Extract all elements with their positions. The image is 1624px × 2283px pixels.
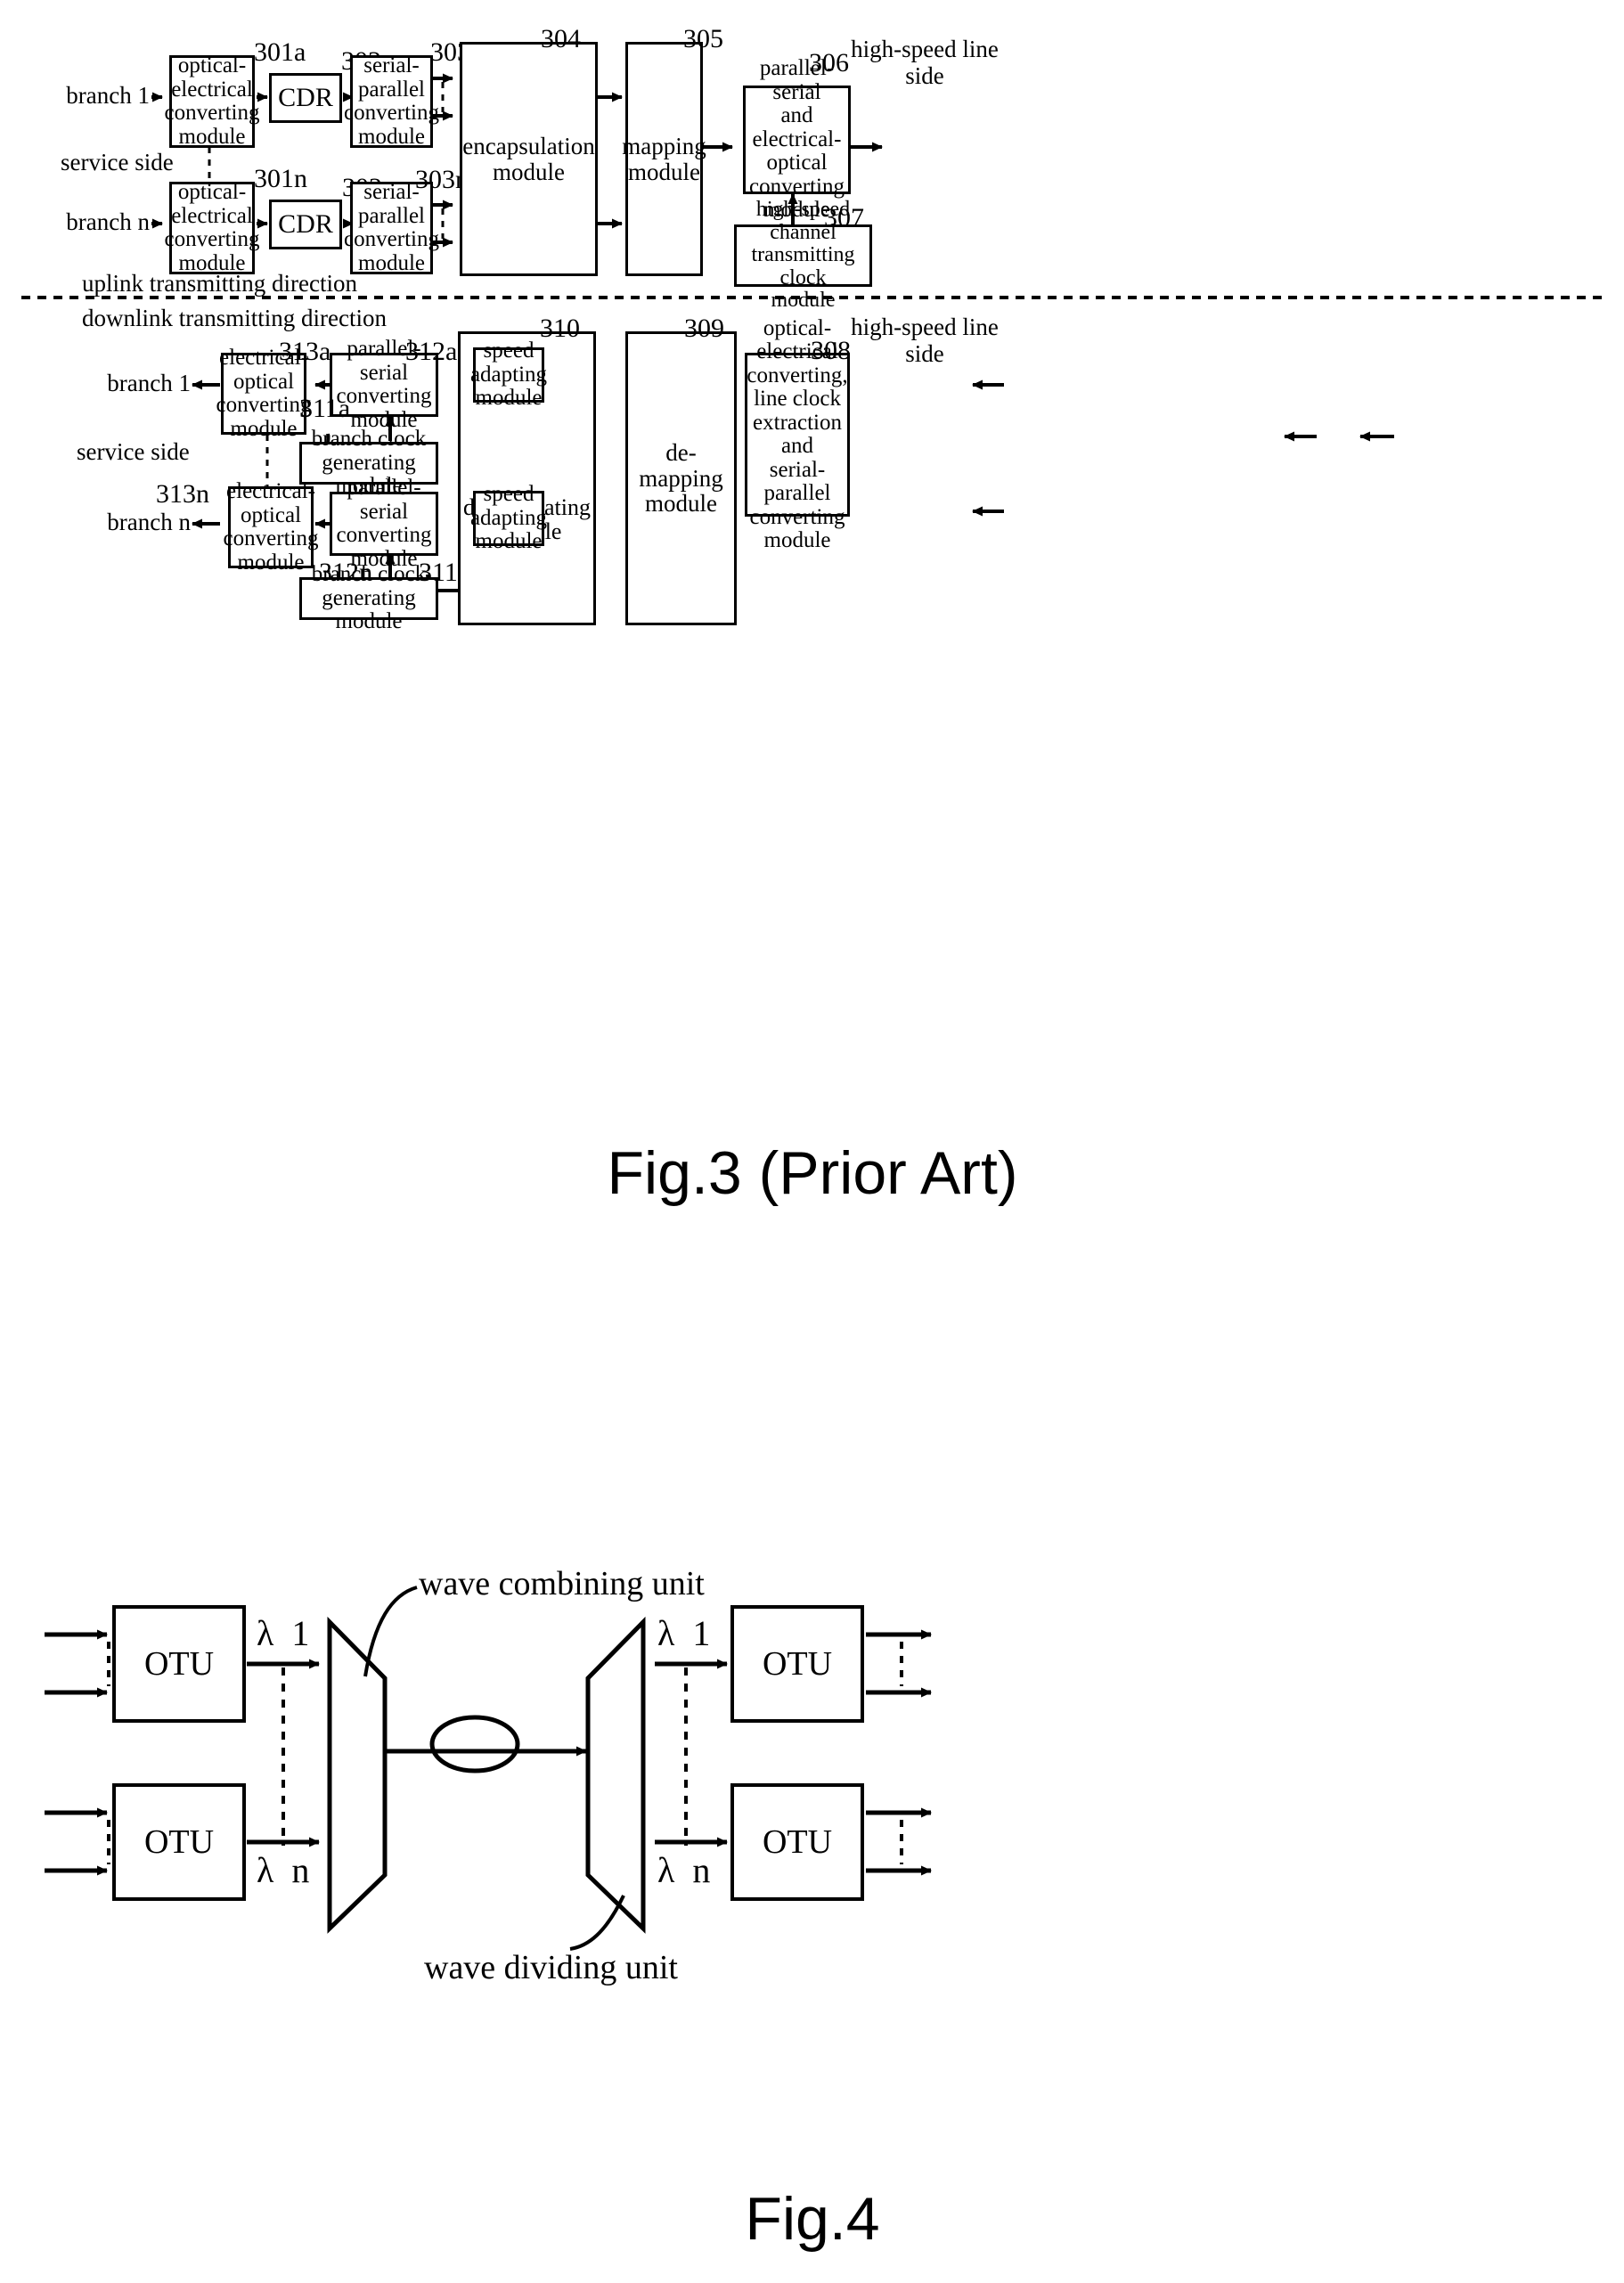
lambda-rx-1-label: λ 1 [657,1613,711,1653]
patent-drawing-sheet: optical-electrical converting module 301a … [0,0,1624,2283]
otu-tx-1: OTU [112,1605,246,1723]
otu-tx-n-label: OTU [143,1822,215,1861]
wave-dividing-unit-label: wave dividing unit [424,1949,678,1986]
otu-rx-1: OTU [730,1605,864,1723]
wave-combining-unit-label: wave combining unit [419,1565,705,1602]
fig4-connector-layer [45,1586,932,1951]
otu-tx-1-label: OTU [143,1644,215,1683]
lambda-tx-n-label: λ n [257,1850,310,1890]
otu-tx-n: OTU [112,1783,246,1901]
otu-rx-n-label: OTU [762,1822,833,1861]
otu-rx-n: OTU [730,1783,864,1901]
lambda-rx-n-label: λ n [657,1850,711,1890]
fig4-caption: Fig.4 [745,2185,880,2253]
lambda-tx-1-label: λ 1 [257,1613,310,1653]
otu-rx-1-label: OTU [762,1644,833,1683]
